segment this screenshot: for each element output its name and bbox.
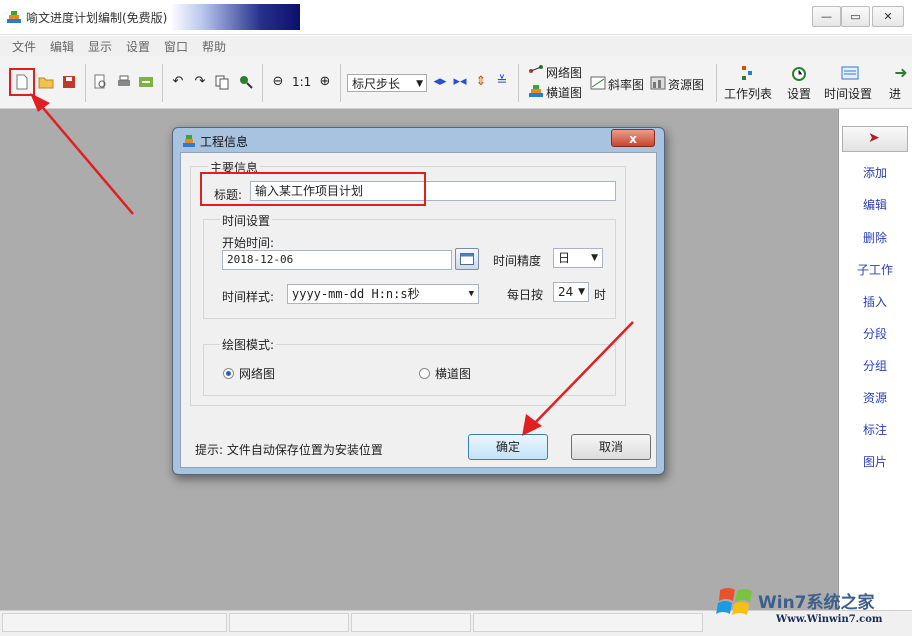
next-button[interactable]: 进: [889, 85, 901, 102]
toolbar-separator: [340, 64, 341, 102]
print-preview-icon[interactable]: [92, 74, 108, 90]
restore-button[interactable]: ▭: [841, 6, 870, 27]
export-icon[interactable]: [138, 74, 154, 90]
radio-lane[interactable]: [419, 368, 430, 379]
status-cell: [351, 613, 471, 632]
time-format-label: 时间样式:: [222, 290, 275, 304]
undo-icon[interactable]: ↶: [170, 74, 186, 90]
title-gradient-strip: [170, 4, 300, 30]
status-cell: [229, 613, 349, 632]
menu-view[interactable]: 显示: [88, 38, 112, 55]
time-format-select[interactable]: yyyy-mm-dd H:n:s秒 ▼: [287, 284, 479, 304]
find-icon[interactable]: [238, 74, 254, 90]
save-icon[interactable]: [61, 74, 77, 90]
window-title: 喻文进度计划编制(免费版): [26, 11, 168, 25]
toolbar-separator: [162, 64, 163, 102]
slope-chart-icon[interactable]: [590, 76, 606, 90]
new-file-icon[interactable]: [14, 74, 30, 90]
print-icon[interactable]: [116, 74, 132, 90]
dialog-title: 工程信息: [200, 135, 249, 149]
time-settings-label: 时间设置: [220, 212, 273, 229]
precision-label: 时间精度: [493, 254, 542, 268]
align-icon[interactable]: ≚: [494, 74, 510, 90]
panel-group[interactable]: 分组: [840, 357, 910, 374]
menu-window[interactable]: 窗口: [164, 38, 188, 55]
panel-subtask[interactable]: 子工作: [840, 261, 910, 278]
lane-chart-button[interactable]: 横道图: [546, 84, 582, 101]
radio-network[interactable]: [223, 368, 234, 379]
vertical-adjust-icon[interactable]: ⇕: [473, 74, 489, 90]
settings-button[interactable]: 设置: [787, 85, 811, 102]
shrink-icon[interactable]: ▸◂: [452, 74, 468, 90]
app-icon: [7, 11, 21, 23]
work-list-button[interactable]: 工作列表: [724, 85, 772, 102]
dialog-app-icon: [183, 135, 195, 147]
network-chart-button[interactable]: 网络图: [546, 64, 582, 81]
settings-clock-icon[interactable]: [790, 65, 808, 81]
autosave-hint: 提示: 文件自动保存位置为安装位置: [195, 443, 383, 457]
windows-logo-icon: [716, 588, 752, 615]
calendar-icon: [460, 253, 474, 265]
dialog-close-button[interactable]: x: [611, 129, 655, 147]
radio-network-label[interactable]: 网络图: [239, 365, 275, 382]
panel-segment[interactable]: 分段: [840, 325, 910, 342]
close-button[interactable]: ✕: [872, 6, 904, 27]
zoom-out-icon[interactable]: ⊖: [270, 74, 286, 90]
panel-resource[interactable]: 资源: [840, 389, 910, 406]
start-time-input[interactable]: 2018-12-06: [222, 250, 452, 270]
daily-label: 每日按: [507, 288, 544, 302]
zoom-in-icon[interactable]: ⊕: [317, 74, 333, 90]
daily-unit-label: 时: [594, 288, 607, 302]
watermark-brand: Win7系统之家: [758, 593, 875, 613]
next-arrow-icon[interactable]: ➜: [893, 65, 909, 81]
menu-file[interactable]: 文件: [12, 38, 36, 55]
status-cell: [473, 613, 703, 632]
panel-insert[interactable]: 插入: [840, 293, 910, 310]
panel-delete[interactable]: 删除: [840, 229, 910, 246]
time-settings-icon[interactable]: [841, 65, 859, 81]
radio-lane-label[interactable]: 横道图: [435, 365, 471, 382]
highlight-title-field: [200, 172, 426, 206]
calendar-button[interactable]: [455, 248, 479, 270]
toolbar-separator: [262, 64, 263, 102]
resource-chart-icon[interactable]: [650, 76, 666, 90]
menu-settings[interactable]: 设置: [126, 38, 150, 55]
zoom-1to1-button[interactable]: 1:1: [292, 75, 311, 89]
panel-annotate[interactable]: 标注: [840, 421, 910, 438]
precision-select[interactable]: 日 ▼: [553, 248, 603, 268]
time-settings-button[interactable]: 时间设置: [824, 85, 872, 102]
start-time-label: 开始时间:: [222, 236, 275, 250]
work-list-icon[interactable]: [740, 65, 758, 81]
open-folder-icon[interactable]: [38, 74, 54, 90]
network-chart-icon[interactable]: [528, 64, 544, 78]
panel-edit[interactable]: 编辑: [840, 196, 910, 213]
watermark-url: Www.Winwin7.com: [776, 614, 883, 625]
menu-help[interactable]: 帮助: [202, 38, 226, 55]
toolbar-separator: [85, 64, 86, 102]
resource-chart-button[interactable]: 资源图: [668, 76, 704, 93]
redo-icon[interactable]: ↷: [192, 74, 208, 90]
copy-icon[interactable]: [214, 74, 230, 90]
cursor-arrow-icon: ➤: [868, 130, 880, 146]
panel-image[interactable]: 图片: [840, 453, 910, 470]
panel-add[interactable]: 添加: [840, 164, 910, 181]
lane-chart-icon[interactable]: [528, 84, 544, 98]
status-cell: [2, 613, 227, 632]
expand-icon[interactable]: ◂▸: [432, 74, 448, 90]
toolbar-separator: [518, 64, 519, 102]
ruler-step-select[interactable]: 标尺步长 ▼: [347, 74, 427, 92]
menu-edit[interactable]: 编辑: [50, 38, 74, 55]
draw-mode-label: 绘图模式:: [220, 336, 277, 353]
toolbar-separator: [716, 64, 717, 102]
minimize-button[interactable]: —: [812, 6, 841, 27]
daily-hours-select[interactable]: 24 ▼: [553, 282, 589, 302]
ok-button[interactable]: 确定: [468, 434, 548, 460]
cancel-button[interactable]: 取消: [571, 434, 651, 460]
slope-chart-button[interactable]: 斜率图: [608, 76, 644, 93]
